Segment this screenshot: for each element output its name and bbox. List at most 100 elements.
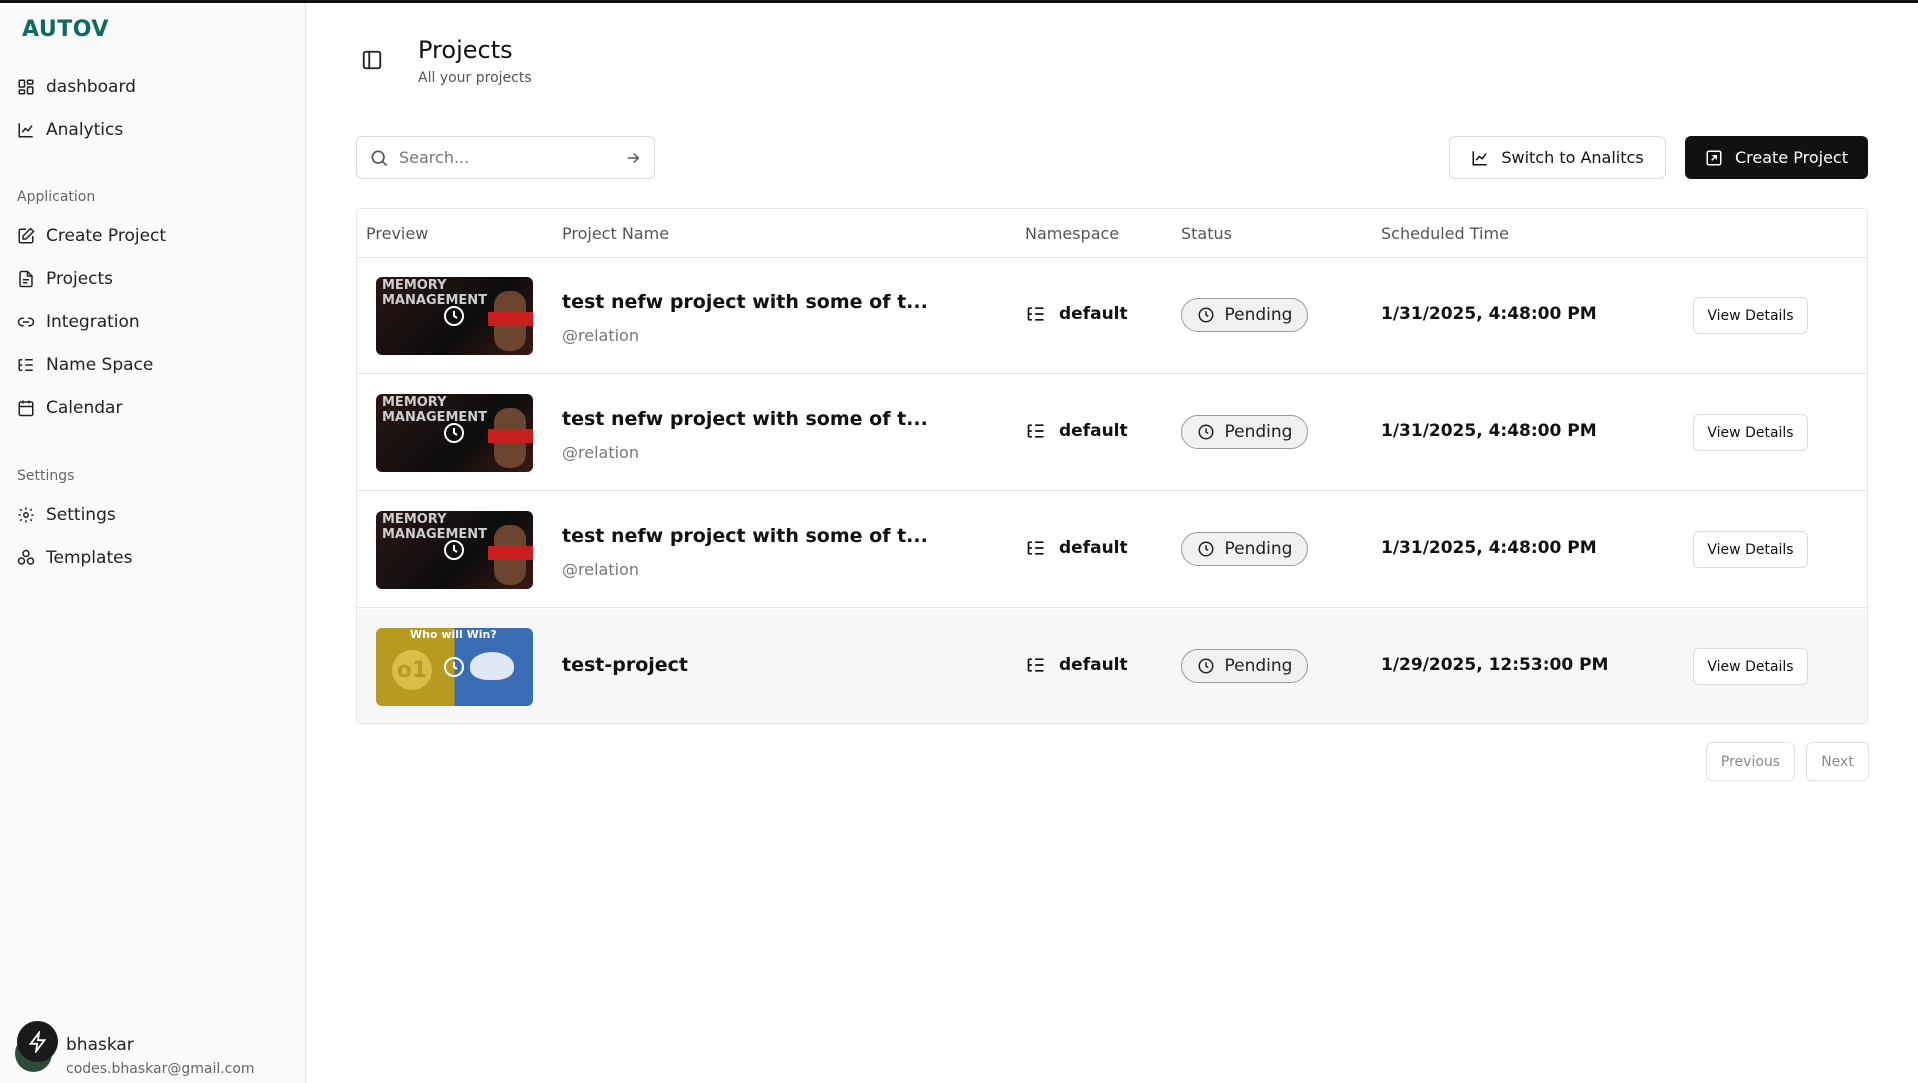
line-chart-icon xyxy=(1472,150,1488,165)
scheduled-time: 1/31/2025, 4:48:00 PM xyxy=(1381,421,1597,441)
sidebar-item-analytics[interactable]: Analytics xyxy=(17,115,123,145)
namespace-cell: default xyxy=(1025,655,1128,675)
sidebar-item-dashboard[interactable]: dashboard xyxy=(17,72,136,102)
view-details-button[interactable]: View Details xyxy=(1693,414,1808,451)
namespace-cell: default xyxy=(1025,304,1128,324)
scheduled-time: 1/31/2025, 4:48:00 PM xyxy=(1381,304,1597,324)
page-title: Projects xyxy=(418,36,513,64)
sidebar-item-calendar[interactable]: Calendar xyxy=(17,393,122,423)
sidebar-item-create-project[interactable]: Create Project xyxy=(17,221,166,251)
clock-icon xyxy=(444,306,464,326)
project-thumbnail: MEMORY MANAGEMENT xyxy=(376,511,533,589)
table-row[interactable]: MEMORY MANAGEMENT test nefw project with… xyxy=(357,258,1867,374)
thumbnail-text: MEMORY MANAGEMENT xyxy=(382,512,488,542)
lightning-icon xyxy=(28,1030,46,1053)
status-label: Pending xyxy=(1224,305,1293,325)
list-tree-icon xyxy=(18,359,33,371)
next-page-button[interactable]: Next xyxy=(1806,742,1869,781)
list-tree-icon xyxy=(1027,307,1044,321)
sidebar-item-settings[interactable]: Settings xyxy=(17,500,116,530)
project-name[interactable]: test nefw project with some of t... xyxy=(562,525,928,547)
external-square-icon xyxy=(1706,150,1722,165)
column-header-status: Status xyxy=(1181,224,1232,243)
sidebar-toggle-button[interactable] xyxy=(361,49,385,73)
column-header-scheduled-time: Scheduled Time xyxy=(1381,224,1509,243)
sidebar-item-label: Projects xyxy=(46,269,114,289)
project-name[interactable]: test nefw project with some of t... xyxy=(562,408,928,430)
clock-icon xyxy=(444,423,464,443)
clock-icon xyxy=(1198,307,1214,323)
switch-to-analytics-label: Switch to Analitcs xyxy=(1501,148,1644,167)
edit-icon xyxy=(18,227,35,244)
clock-icon xyxy=(1198,658,1214,674)
sidebar-item-projects[interactable]: Projects xyxy=(17,264,113,294)
namespace-cell: default xyxy=(1025,538,1128,558)
column-header-project-name: Project Name xyxy=(562,224,670,243)
thumbnail-whale-logo xyxy=(470,652,514,680)
project-relation: @relation xyxy=(562,560,639,579)
search-icon xyxy=(371,150,388,166)
line-chart-icon xyxy=(18,123,33,138)
column-header-preview: Preview xyxy=(366,224,429,243)
thumbnail-redaction-bar xyxy=(488,546,533,560)
scheduled-time: 1/29/2025, 12:53:00 PM xyxy=(1381,655,1609,675)
table-row[interactable]: MEMORY MANAGEMENT test nefw project with… xyxy=(357,375,1867,491)
status-badge: Pending xyxy=(1181,532,1308,566)
status-label: Pending xyxy=(1224,539,1293,559)
sidebar-item-label: Templates xyxy=(46,548,133,568)
project-name[interactable]: test-project xyxy=(562,654,688,676)
templates-icon xyxy=(17,549,35,565)
project-relation: @relation xyxy=(562,443,639,462)
search-box[interactable] xyxy=(356,136,655,179)
user-email: codes.bhaskar@gmail.com xyxy=(66,1061,255,1077)
clock-icon xyxy=(1198,424,1214,440)
app-logo[interactable]: AUTOV xyxy=(22,17,109,42)
create-project-label: Create Project xyxy=(1735,148,1848,167)
user-profile[interactable]: bhaskar codes.bhaskar@gmail.com xyxy=(17,1021,255,1077)
search-input[interactable] xyxy=(399,148,624,167)
status-badge: Pending xyxy=(1181,415,1308,449)
status-badge: Pending xyxy=(1181,298,1308,332)
sidebar-item-name-space[interactable]: Name Space xyxy=(17,350,153,380)
project-thumbnail: MEMORY MANAGEMENT xyxy=(376,394,533,472)
namespace-label: default xyxy=(1059,655,1128,675)
clock-icon xyxy=(444,657,464,677)
arrow-right-icon[interactable] xyxy=(624,149,642,167)
create-project-button[interactable]: Create Project xyxy=(1685,136,1868,179)
sidebar-item-integration[interactable]: Integration xyxy=(17,307,140,337)
scheduled-time: 1/31/2025, 4:48:00 PM xyxy=(1381,538,1597,558)
previous-page-button[interactable]: Previous xyxy=(1706,742,1795,781)
sidebar-item-label: dashboard xyxy=(46,77,136,97)
namespace-label: default xyxy=(1059,538,1128,558)
avatar[interactable] xyxy=(17,1021,58,1062)
switch-to-analytics-button[interactable]: Switch to Analitcs xyxy=(1449,136,1666,179)
sidebar-item-label: Integration xyxy=(46,312,140,332)
dashboard-grid-icon xyxy=(18,79,34,95)
table-row[interactable]: Who will Win? o1 test-project default Pe… xyxy=(357,609,1867,723)
file-icon xyxy=(19,270,33,288)
view-details-button[interactable]: View Details xyxy=(1693,648,1808,685)
thumbnail-redaction-bar xyxy=(488,312,533,326)
view-details-button[interactable]: View Details xyxy=(1693,297,1808,334)
list-tree-icon xyxy=(1027,424,1044,438)
group-label-settings: Settings xyxy=(17,468,75,484)
user-name: bhaskar xyxy=(66,1035,134,1055)
list-tree-icon xyxy=(1027,658,1044,672)
sidebar-item-label: Calendar xyxy=(46,398,123,418)
sidebar-item-label: Create Project xyxy=(46,226,167,246)
sidebar-item-templates[interactable]: Templates xyxy=(17,543,132,573)
sidebar-item-label: Settings xyxy=(46,505,116,525)
namespace-label: default xyxy=(1059,304,1128,324)
namespace-label: default xyxy=(1059,421,1128,441)
sidebar: AUTOV dashboard Analytics Application Cr… xyxy=(0,3,306,1083)
table-row[interactable]: MEMORY MANAGEMENT test nefw project with… xyxy=(357,492,1867,608)
panel-left-icon xyxy=(362,50,382,70)
project-thumbnail: Who will Win? o1 xyxy=(376,628,533,706)
column-header-namespace: Namespace xyxy=(1025,224,1120,243)
thumbnail-text: Who will Win? xyxy=(410,628,497,641)
page-subtitle: All your projects xyxy=(418,70,532,86)
status-label: Pending xyxy=(1224,422,1293,442)
project-name[interactable]: test nefw project with some of t... xyxy=(562,291,928,313)
group-label-application: Application xyxy=(17,189,96,205)
view-details-button[interactable]: View Details xyxy=(1693,531,1808,568)
